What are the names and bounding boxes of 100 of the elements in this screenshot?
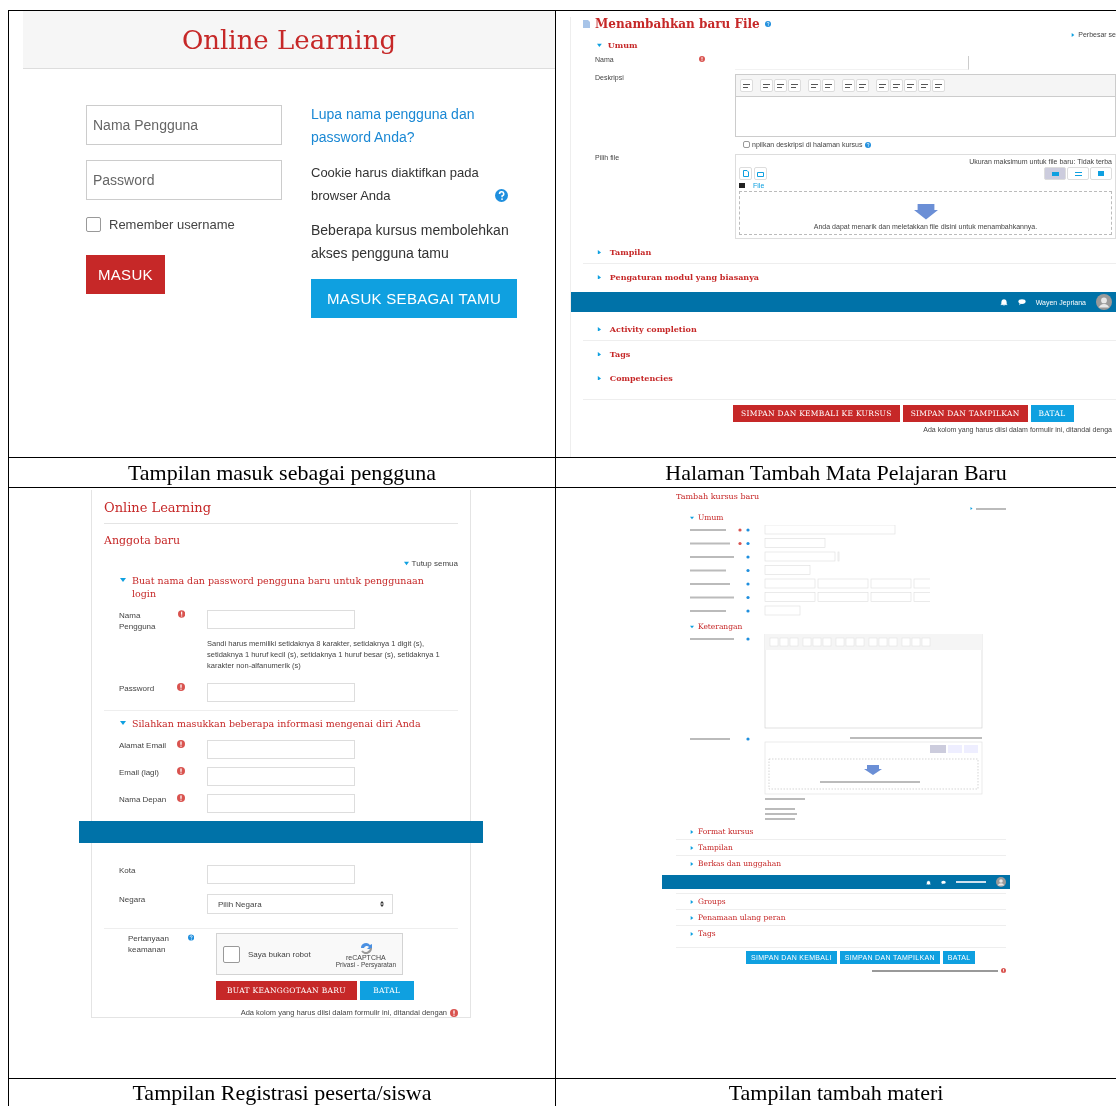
required-icon — [699, 56, 705, 62]
figure-caption: Halaman Tambah Mata Pelajaran Baru — [665, 459, 1007, 486]
caret-right-icon — [690, 915, 694, 920]
caret-right-icon — [597, 274, 602, 280]
editor-tool-icon[interactable] — [842, 79, 855, 92]
section-toggle[interactable]: Buat nama dan password pengguna baru untuk penggunaan login — [132, 574, 428, 600]
caret-down-icon — [690, 624, 694, 629]
required-icon — [450, 1008, 458, 1017]
required-icon — [177, 767, 185, 775]
help-icon[interactable] — [495, 189, 508, 202]
name-field[interactable] — [735, 56, 969, 70]
checkbox[interactable] — [743, 141, 750, 148]
editor-tool-icon[interactable] — [890, 79, 903, 92]
username-field[interactable]: Nama Pengguna — [86, 105, 282, 145]
folder-icon — [739, 183, 745, 188]
site-title: Online Learning — [104, 500, 458, 524]
help-icon[interactable] — [864, 141, 871, 148]
chat-icon[interactable] — [1017, 298, 1026, 306]
country-select[interactable]: Pilih Negara — [207, 894, 393, 914]
caret-right-icon — [690, 861, 694, 866]
caret-right-icon — [690, 845, 694, 850]
figure-caption: Tampilan Registrasi peserta/siswa — [132, 1079, 432, 1106]
list-view-icon[interactable] — [1067, 167, 1089, 180]
required-icon — [177, 683, 185, 691]
collapse-all-link[interactable]: Tutup semua — [411, 559, 458, 568]
password-field[interactable]: Password — [86, 160, 282, 200]
page-heading: Anggota baru — [104, 534, 182, 547]
checkbox[interactable] — [223, 945, 240, 963]
field-label: Email (lagi) — [119, 767, 159, 778]
caret-down-icon — [403, 561, 409, 566]
editor-tool-icon[interactable] — [904, 79, 917, 92]
text-field[interactable] — [207, 794, 355, 813]
required-icon — [1001, 968, 1006, 973]
figure-caption: Tampilan tambah materi — [728, 1079, 944, 1106]
section-toggle[interactable]: Tags — [609, 349, 631, 359]
bell-icon[interactable] — [926, 879, 931, 885]
sort-arrows-icon — [380, 901, 384, 907]
editor-tool-icon[interactable] — [788, 79, 801, 92]
editor-tool-icon[interactable] — [774, 79, 787, 92]
help-icon[interactable] — [764, 21, 771, 27]
login-button[interactable]: MASUK — [86, 255, 165, 294]
field-label: Pertanyaan keamanan — [128, 933, 170, 955]
section-toggle[interactable]: Tampilan — [609, 247, 652, 257]
editor-tool-icon[interactable] — [760, 79, 773, 92]
section-toggle[interactable]: Pengaturan modul yang biasanya — [609, 272, 759, 282]
avatar-icon[interactable] — [1096, 294, 1112, 310]
caret-right-icon — [597, 326, 602, 332]
text-field[interactable] — [207, 865, 355, 884]
help-icon[interactable] — [187, 933, 194, 942]
text-field[interactable] — [207, 610, 355, 629]
editor-tool-icon[interactable] — [856, 79, 869, 92]
caret-right-icon — [597, 351, 602, 357]
section-toggle[interactable]: Activity completion — [609, 324, 697, 334]
add-file-icon[interactable] — [739, 167, 752, 180]
editor-tool-icon[interactable] — [876, 79, 889, 92]
caret-right-icon — [597, 375, 602, 381]
caret-right-icon — [690, 931, 694, 936]
folder-icon[interactable] — [754, 167, 767, 180]
guest-login-button[interactable]: MASUK SEBAGAI TAMU — [311, 279, 518, 318]
required-icon — [177, 794, 185, 802]
editor-tool-icon[interactable] — [740, 79, 753, 92]
field-label: Kota — [119, 865, 136, 876]
text-field[interactable] — [207, 683, 355, 702]
captcha-label: Saya bukan robot — [248, 949, 311, 959]
caret-right-icon — [970, 507, 973, 510]
figure-caption: Tampilan masuk sebagai pengguna — [127, 459, 437, 486]
section-toggle[interactable]: Silahkan masukkan beberapa informasi mengenai diri Anda — [132, 717, 421, 730]
chat-icon[interactable] — [941, 879, 946, 885]
folder-view-icon[interactable] — [1090, 167, 1112, 180]
section-toggle[interactable]: Umum — [607, 40, 638, 50]
page-title: Menambahkan baru File — [595, 17, 760, 31]
guest-note: Beberapa kursus membolehkan akses pengguna tamu — [311, 221, 510, 263]
caret-down-icon — [597, 42, 602, 48]
editor-tool-icon[interactable] — [932, 79, 945, 92]
section-toggle[interactable]: Competencies — [609, 373, 673, 383]
caret-right-icon — [690, 829, 694, 834]
page-title: Tambah kursus baru — [676, 492, 761, 501]
text-field[interactable] — [207, 767, 355, 786]
caret-down-icon — [120, 577, 126, 583]
editor-tool-icon[interactable] — [822, 79, 835, 92]
field-label: Nama Pengguna — [119, 610, 157, 632]
download-arrow-icon — [913, 204, 938, 220]
editor-tool-icon[interactable] — [918, 79, 931, 92]
field-label: Nama Depan — [119, 794, 167, 805]
cookie-note: Cookie harus diaktifkan pada browser Anda — [311, 164, 480, 205]
caret-down-icon — [690, 515, 694, 520]
grid-view-icon[interactable] — [1044, 167, 1066, 180]
checkbox[interactable] — [86, 217, 101, 232]
file-icon — [583, 20, 590, 28]
bell-icon[interactable] — [999, 298, 1008, 306]
required-icon — [177, 610, 185, 618]
caret-right-icon — [690, 899, 694, 904]
text-field[interactable] — [207, 740, 355, 759]
avatar-icon[interactable] — [996, 877, 1006, 887]
checkbox-label: Remember username — [109, 217, 235, 232]
required-icon — [177, 740, 185, 748]
field-label: Negara — [119, 894, 146, 905]
site-title: Online Learning — [23, 11, 555, 69]
editor-tool-icon[interactable] — [808, 79, 821, 92]
forgot-password-link[interactable]: Lupa nama pengguna dan password Anda? — [311, 103, 526, 149]
